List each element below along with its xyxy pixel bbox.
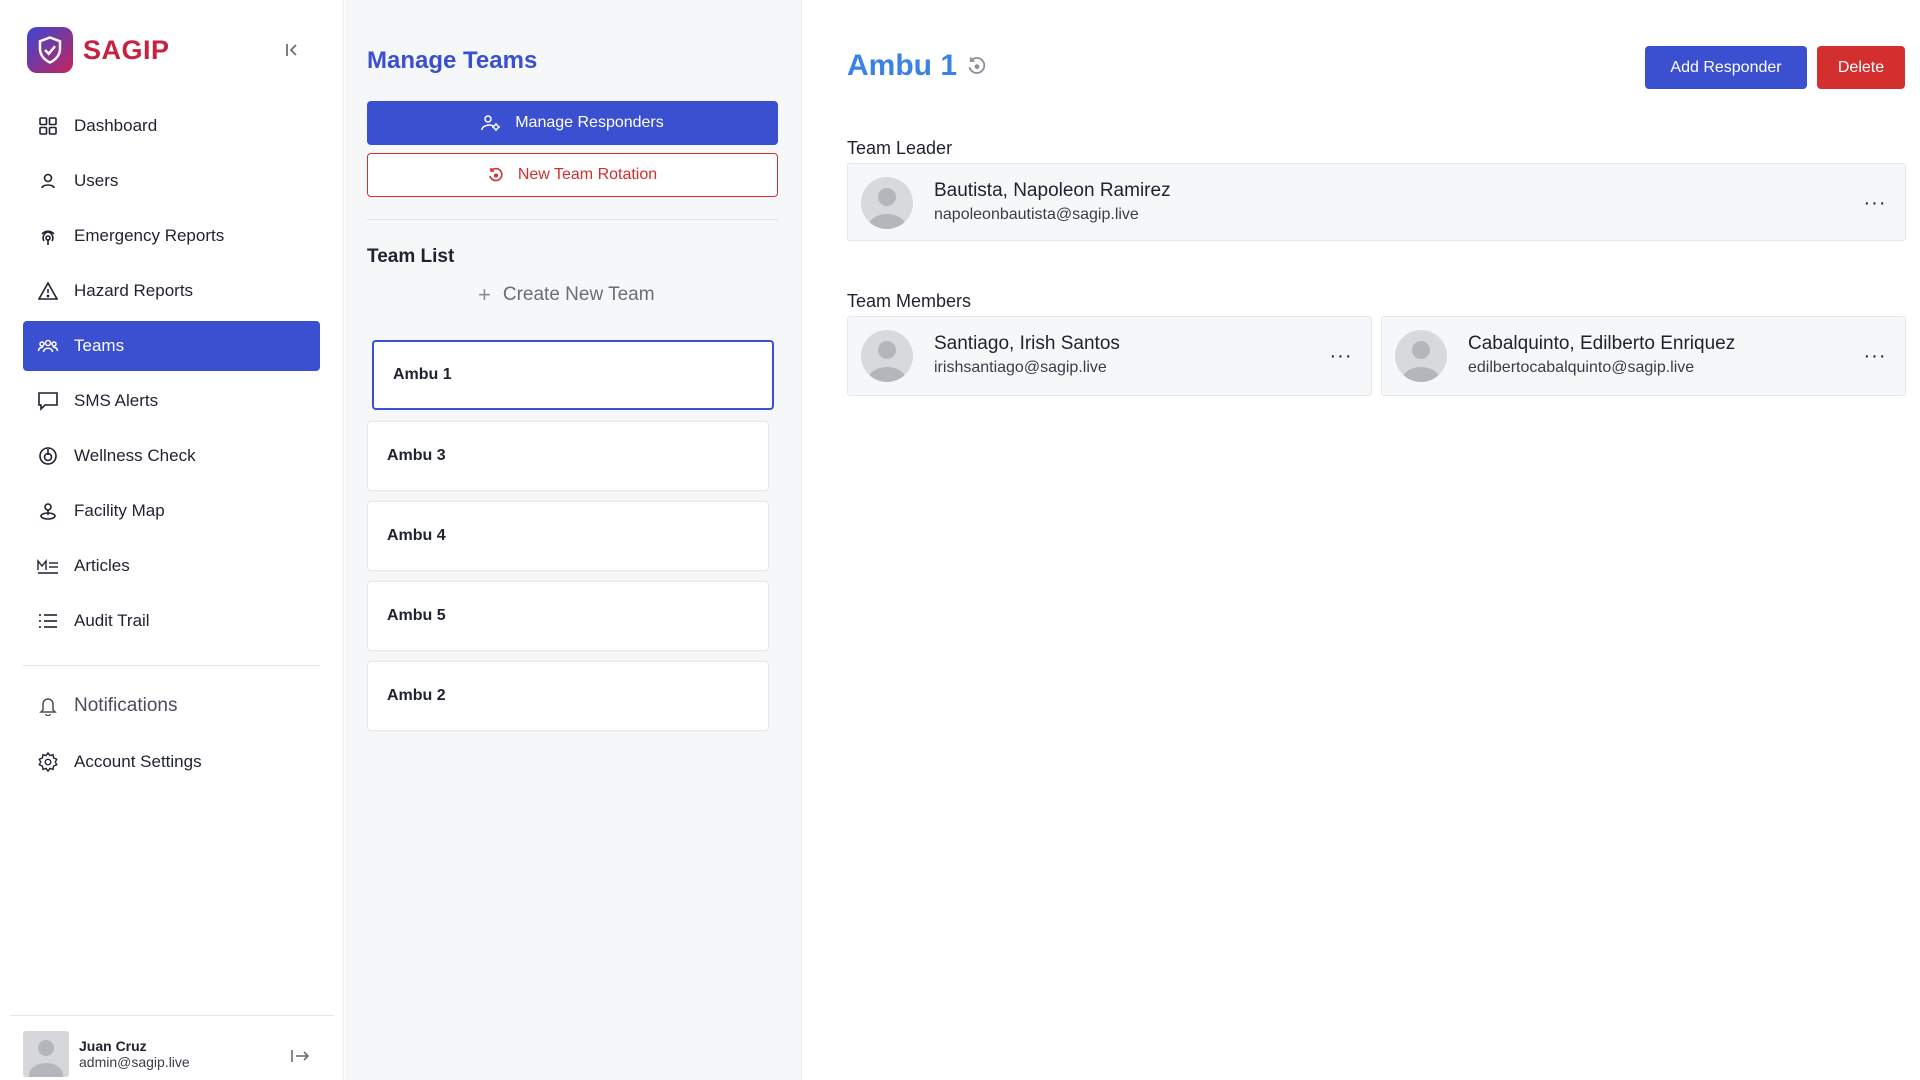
member-email: irishsantiago@sagip.live (934, 359, 1107, 376)
team-members-heading: Team Members (847, 291, 972, 311)
team-list-heading: Team List (367, 246, 455, 267)
sidebar-item-emergency-reports[interactable]: Emergency Reports (23, 211, 320, 261)
member-card: Santiago, Irish Santos irishsantiago@sag… (847, 316, 1372, 396)
logout-icon[interactable] (287, 1043, 313, 1069)
secondary-nav: Notifications Account Settings (23, 681, 320, 793)
team-name: Ambu 5 (387, 607, 446, 624)
manage-responders-button[interactable]: Manage Responders (367, 101, 778, 145)
create-new-team-button[interactable]: + Create New Team (478, 282, 655, 308)
sidebar-item-label: Facility Map (74, 501, 165, 520)
member-card: Cabalquinto, Edilberto Enriquez edilbert… (1381, 316, 1906, 396)
main-nav: Dashboard Users Emergency Reports Hazard… (23, 101, 320, 651)
sidebar-item-audit-trail[interactable]: Audit Trail (23, 596, 320, 646)
team-name: Ambu 2 (387, 687, 446, 704)
sidebar-item-label: Wellness Check (74, 446, 196, 465)
more-options-icon[interactable]: ··· (1329, 344, 1353, 368)
add-responder-button[interactable]: Add Responder (1645, 46, 1807, 89)
nav-divider (23, 665, 320, 666)
sidebar-item-notifications[interactable]: Notifications (23, 681, 320, 731)
team-name: Ambu 1 (393, 366, 452, 383)
sidebar-item-sms-alerts[interactable]: SMS Alerts (23, 376, 320, 426)
sidebar-item-account-settings[interactable]: Account Settings (23, 737, 320, 787)
team-card[interactable]: Ambu 3 (367, 421, 769, 491)
panel-divider (367, 219, 778, 220)
wellness-icon (36, 444, 60, 468)
new-team-rotation-button[interactable]: New Team Rotation (367, 153, 778, 197)
team-icon (36, 334, 60, 358)
member-email: edilbertocabalquinto@sagip.live (1468, 359, 1695, 376)
sidebar-item-label: Articles (74, 556, 130, 575)
markdown-icon (36, 554, 60, 578)
team-card[interactable]: Ambu 4 (367, 501, 769, 571)
grid-icon (36, 114, 60, 138)
sidebar-item-wellness-check[interactable]: Wellness Check (23, 431, 320, 481)
manage-teams-panel: Manage Teams Manage Responders New Team … (345, 0, 802, 1080)
message-icon (36, 389, 60, 413)
sidebar-item-label: Account Settings (74, 752, 202, 771)
team-leader-heading: Team Leader (847, 138, 953, 158)
sidebar-item-label: Users (74, 171, 119, 190)
rotate-icon[interactable] (967, 56, 987, 76)
team-name: Ambu 4 (387, 527, 446, 544)
sidebar-item-label: Teams (74, 336, 125, 355)
user-icon (36, 169, 60, 193)
sidebar-item-hazard-reports[interactable]: Hazard Reports (23, 266, 320, 316)
member-name: Bautista, Napoleon Ramirez (934, 180, 1171, 201)
sidebar-item-users[interactable]: Users (23, 156, 320, 206)
team-detail: Ambu 1 Add Responder Delete Team Leader … (803, 0, 1920, 1080)
sidebar-item-articles[interactable]: Articles (23, 541, 320, 591)
team-name-heading: Ambu 1 (847, 49, 958, 82)
rotate-icon (488, 167, 504, 183)
gear-icon (36, 750, 60, 774)
user-divider (10, 1015, 334, 1016)
bell-icon (36, 694, 60, 718)
sidebar-item-label: Dashboard (74, 116, 158, 135)
leader-card: Bautista, Napoleon Ramirez napoleonbauti… (847, 163, 1906, 241)
avatar (861, 330, 913, 382)
sidebar-item-facility-map[interactable]: Facility Map (23, 486, 320, 536)
sidebar-item-label: Audit Trail (74, 611, 150, 630)
sidebar-item-teams[interactable]: Teams (23, 321, 320, 371)
user-gear-icon (481, 114, 501, 132)
avatar (861, 177, 913, 229)
member-name: Santiago, Irish Santos (934, 333, 1120, 354)
brand[interactable]: SAGIP (27, 27, 170, 73)
sidebar-item-label: Hazard Reports (74, 281, 194, 300)
new-team-rotation-label: New Team Rotation (517, 166, 658, 183)
delete-button[interactable]: Delete (1817, 46, 1905, 89)
sidebar-item-label: Notifications (74, 695, 178, 716)
team-card[interactable]: Ambu 2 (367, 661, 769, 731)
more-options-icon[interactable]: ··· (1863, 344, 1887, 368)
sidebar-item-label: Emergency Reports (74, 226, 225, 245)
team-name: Ambu 3 (387, 447, 446, 464)
panel-title: Manage Teams (367, 47, 538, 74)
warning-triangle-icon (36, 279, 60, 303)
map-pin-icon (36, 499, 60, 523)
manage-responders-label: Manage Responders (515, 114, 664, 131)
sidebar-item-dashboard[interactable]: Dashboard (23, 101, 320, 151)
team-card[interactable]: Ambu 5 (367, 581, 769, 651)
siren-icon (36, 224, 60, 248)
list-icon (36, 609, 60, 633)
member-name: Cabalquinto, Edilberto Enriquez (1468, 333, 1736, 354)
more-options-icon[interactable]: ··· (1863, 191, 1887, 215)
create-team-label: Create New Team (502, 284, 655, 305)
current-user[interactable]: Juan Cruz admin@sagip.live (23, 1031, 190, 1077)
sidebar-item-label: SMS Alerts (74, 391, 159, 410)
user-name: Juan Cruz (79, 1038, 147, 1054)
collapse-sidebar-icon[interactable] (280, 38, 304, 62)
team-card[interactable]: Ambu 1 (372, 340, 774, 410)
member-email: napoleonbautista@sagip.live (934, 206, 1139, 223)
team-title: Ambu 1 (847, 49, 987, 83)
shield-logo-icon (27, 27, 73, 73)
avatar (1395, 330, 1447, 382)
sidebar: SAGIP Dashboard Users Emergency Reports … (0, 0, 344, 1080)
brand-name: SAGIP (83, 34, 170, 65)
user-email: admin@sagip.live (79, 1054, 190, 1070)
avatar (23, 1031, 69, 1077)
plus-icon: + (478, 282, 491, 307)
